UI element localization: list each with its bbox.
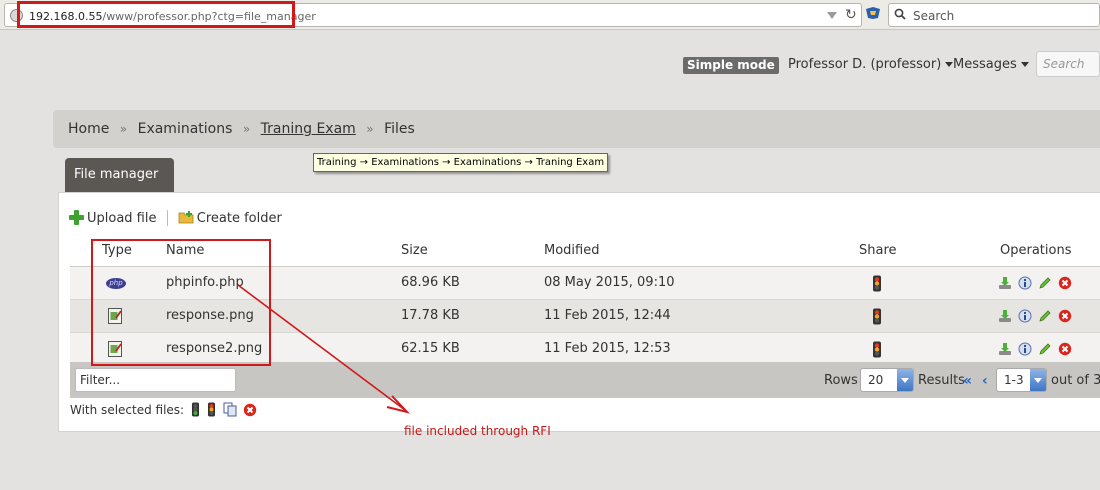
- first-page-icon[interactable]: «: [963, 373, 972, 389]
- delete-icon[interactable]: [1058, 342, 1072, 356]
- browser-search-field[interactable]: Search: [888, 3, 1100, 27]
- bookmark-icon[interactable]: [865, 6, 881, 20]
- file-modified: 08 May 2015, 09:10: [544, 275, 675, 290]
- filter-input[interactable]: Filter...: [75, 368, 236, 392]
- with-selected-label: With selected files:: [70, 403, 185, 417]
- breadcrumb-separator: »: [242, 122, 251, 136]
- tab-file-manager[interactable]: File manager: [65, 158, 174, 192]
- folder-add-icon: [178, 211, 194, 224]
- site-search-input[interactable]: Search: [1036, 51, 1100, 77]
- simple-mode-button[interactable]: Simple mode: [683, 57, 779, 74]
- traffic-light-icon[interactable]: [872, 341, 882, 358]
- breadcrumb: Home » Examinations » Traning Exam » Fil…: [53, 110, 1100, 148]
- upload-file-label: Upload file: [87, 211, 157, 226]
- column-header-operations: Operations: [1000, 243, 1072, 258]
- plus-icon: [69, 210, 84, 225]
- file-size: 68.96 KB: [401, 275, 460, 290]
- create-folder-label: Create folder: [196, 211, 282, 226]
- download-icon[interactable]: [998, 309, 1012, 323]
- info-icon[interactable]: [1018, 276, 1032, 290]
- breadcrumb-files: Files: [384, 121, 415, 137]
- messages-menu[interactable]: Messages: [953, 57, 1029, 72]
- url-highlight-box: [17, 1, 295, 28]
- user-menu-label: Professor D. (professor): [788, 57, 942, 72]
- user-menu[interactable]: Professor D. (professor): [788, 57, 954, 72]
- results-label: Results: [918, 373, 965, 388]
- results-page-value: 1-3: [1004, 373, 1024, 387]
- breadcrumb-separator: »: [366, 122, 374, 136]
- file-size: 62.15 KB: [401, 341, 460, 356]
- edit-pencil-icon[interactable]: [1038, 276, 1052, 290]
- create-folder-button[interactable]: Create folder: [178, 210, 282, 226]
- row-operations: [998, 342, 1074, 357]
- delete-icon[interactable]: [1058, 276, 1072, 290]
- file-modified: 11 Feb 2015, 12:44: [544, 308, 671, 323]
- breadcrumb-training-exam[interactable]: Traning Exam: [261, 121, 356, 137]
- breadcrumb-home[interactable]: Home: [68, 121, 109, 137]
- dropdown-arrow-icon[interactable]: [827, 12, 837, 19]
- toolbar-divider: [166, 210, 168, 226]
- edit-pencil-icon[interactable]: [1038, 309, 1052, 323]
- column-header-modified[interactable]: Modified: [544, 243, 599, 258]
- copy-files-icon[interactable]: [223, 402, 237, 417]
- traffic-light-icon[interactable]: [872, 308, 882, 325]
- unshare-all-icon[interactable]: [207, 402, 216, 417]
- annotation-label: file included through RFI: [404, 424, 551, 438]
- rows-per-page-select[interactable]: 20: [860, 368, 914, 392]
- breadcrumb-tooltip: Training → Examinations → Examinations →…: [313, 153, 609, 172]
- download-icon[interactable]: [998, 276, 1012, 290]
- info-icon[interactable]: [1018, 309, 1032, 323]
- rows-label: Rows: [824, 373, 858, 388]
- upload-file-button[interactable]: Upload file: [69, 210, 156, 226]
- file-size: 17.78 KB: [401, 308, 460, 323]
- delete-selected-icon[interactable]: [243, 403, 257, 417]
- file-toolbar: Upload file Create folder: [69, 210, 282, 226]
- browser-search-placeholder: Search: [913, 9, 955, 23]
- caret-down-icon: [1020, 62, 1029, 67]
- rows-per-page-value: 20: [868, 373, 884, 387]
- share-all-icon[interactable]: [191, 402, 200, 417]
- column-header-share[interactable]: Share: [859, 243, 897, 258]
- magnifier-icon: [894, 8, 906, 20]
- row-operations: [998, 309, 1074, 324]
- messages-menu-label: Messages: [953, 57, 1017, 72]
- with-selected-bar: With selected files:: [70, 402, 257, 417]
- edit-pencil-icon[interactable]: [1038, 342, 1052, 356]
- results-total: out of 3: [1051, 373, 1100, 388]
- chevron-down-icon: [897, 369, 913, 391]
- chevron-down-icon: [1030, 369, 1046, 391]
- delete-icon[interactable]: [1058, 309, 1072, 323]
- reload-icon[interactable]: ↻: [845, 7, 857, 23]
- download-icon[interactable]: [998, 342, 1012, 356]
- info-icon[interactable]: [1018, 342, 1032, 356]
- breadcrumb-examinations[interactable]: Examinations: [138, 121, 233, 137]
- prev-page-icon[interactable]: ‹: [982, 373, 988, 389]
- annotation-highlight-box: [91, 239, 271, 366]
- results-page-select[interactable]: 1-3: [996, 368, 1047, 392]
- breadcrumb-separator: »: [119, 122, 128, 136]
- file-modified: 11 Feb 2015, 12:53: [544, 341, 671, 356]
- column-header-size[interactable]: Size: [401, 243, 428, 258]
- row-operations: [998, 276, 1074, 291]
- traffic-light-icon[interactable]: [872, 275, 882, 292]
